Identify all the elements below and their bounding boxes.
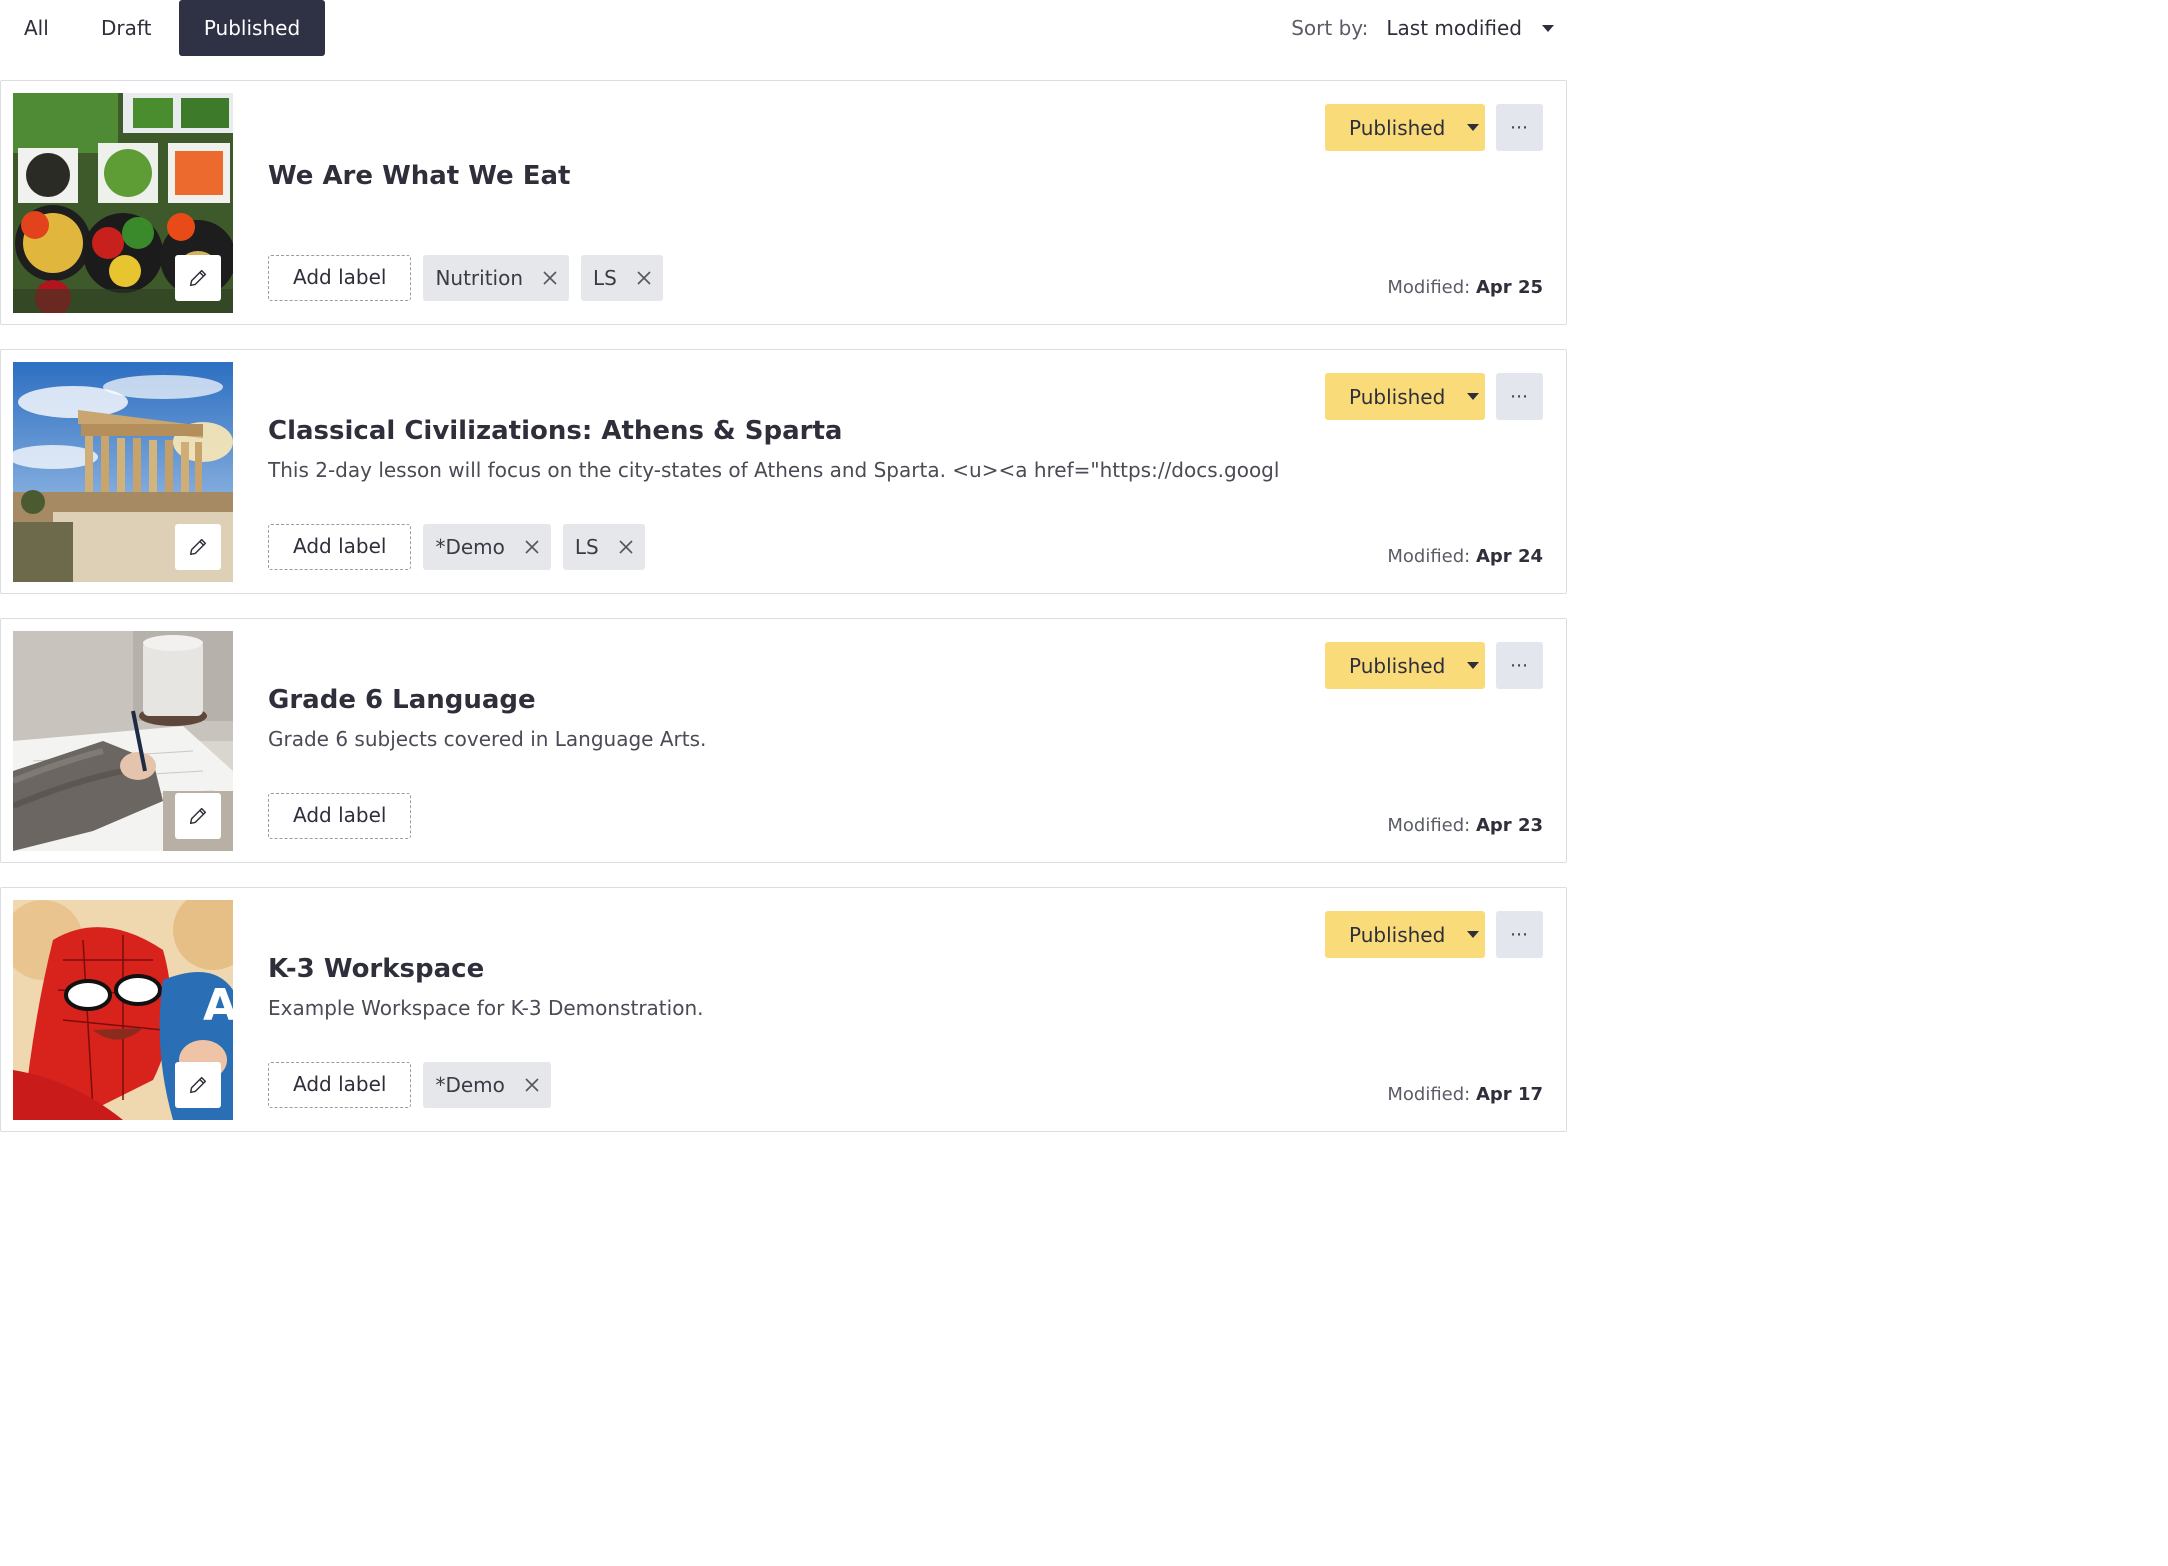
more-options-button[interactable]: ⋯ — [1496, 911, 1543, 958]
label-chip: Nutrition — [423, 255, 570, 301]
label-list: Add label *Demo LS — [268, 524, 645, 570]
label-list: Add label — [268, 793, 412, 839]
label-list: Add label *Demo — [268, 1062, 551, 1108]
more-options-button[interactable]: ⋯ — [1496, 373, 1543, 420]
sort-control: Sort by: Last modified — [1291, 0, 1554, 56]
add-label-button[interactable]: Add label — [268, 255, 412, 301]
label-chip: *Demo — [423, 524, 551, 570]
status-dropdown[interactable]: Published — [1325, 373, 1485, 420]
modified-date: Modified: Apr 17 — [1387, 1084, 1543, 1105]
card-description: Grade 6 subjects covered in Language Art… — [268, 727, 707, 751]
edit-image-button[interactable] — [175, 793, 221, 839]
status-label: Published — [1349, 922, 1446, 947]
sort-dropdown[interactable]: Last modified — [1386, 0, 1554, 56]
label-text: LS — [593, 266, 617, 290]
card-title[interactable]: We Are What We Eat — [268, 161, 570, 191]
edit-image-button[interactable] — [175, 255, 221, 301]
caret-down-icon — [1467, 124, 1480, 131]
remove-label-icon[interactable] — [619, 540, 633, 554]
pencil-icon — [189, 538, 207, 556]
label-chip: LS — [562, 524, 645, 570]
status-dropdown[interactable]: Published — [1325, 104, 1485, 151]
caret-down-icon — [1467, 393, 1480, 400]
pencil-icon — [189, 807, 207, 825]
writing-hand-photo — [13, 631, 233, 851]
pencil-icon — [189, 1076, 207, 1094]
status-dropdown[interactable]: Published — [1325, 642, 1485, 689]
add-label-button[interactable]: Add label — [268, 1062, 412, 1108]
add-label-button[interactable]: Add label — [268, 793, 412, 839]
pencil-icon — [189, 269, 207, 287]
remove-label-icon[interactable] — [637, 271, 651, 285]
workspace-card: We Are What We Eat Add label Nutrition L… — [0, 80, 1567, 325]
workspace-card: Grade 6 Language Grade 6 subjects covere… — [0, 618, 1567, 863]
tab-published[interactable]: Published — [179, 0, 325, 56]
add-label-button[interactable]: Add label — [268, 524, 412, 570]
label-text: LS — [574, 535, 599, 559]
vegetables-photo — [13, 93, 233, 313]
status-dropdown[interactable]: Published — [1325, 911, 1485, 958]
status-label: Published — [1349, 384, 1446, 409]
status-label: Published — [1349, 653, 1446, 678]
label-chip: LS — [581, 255, 663, 301]
label-text: *Demo — [435, 1073, 505, 1097]
tab-draft[interactable]: Draft — [101, 0, 151, 56]
edit-image-button[interactable] — [175, 524, 221, 570]
card-title[interactable]: K-3 Workspace — [268, 954, 484, 984]
filter-bar: All Draft Published Sort by: Last modifi… — [0, 0, 1568, 58]
workspace-card: Classical Civilizations: Athens & Sparta… — [0, 349, 1567, 594]
card-description: Example Workspace for K-3 Demonstration. — [268, 996, 704, 1020]
remove-label-icon[interactable] — [525, 540, 539, 554]
parthenon-photo — [13, 362, 233, 582]
modified-date: Modified: Apr 23 — [1387, 815, 1543, 836]
label-text: Nutrition — [435, 266, 524, 290]
svg-text:A: A — [203, 980, 233, 1031]
edit-image-button[interactable] — [175, 1062, 221, 1108]
card-description: This 2-day lesson will focus on the city… — [268, 458, 1278, 482]
caret-down-icon — [1467, 931, 1480, 938]
kids-costumes-photo: A — [13, 900, 233, 1120]
card-title[interactable]: Grade 6 Language — [268, 685, 536, 715]
caret-down-icon — [1542, 24, 1554, 32]
label-text: *Demo — [435, 535, 505, 559]
sort-label: Sort by: — [1291, 16, 1369, 40]
tab-all[interactable]: All — [24, 0, 49, 56]
label-chip: *Demo — [423, 1062, 551, 1108]
caret-down-icon — [1467, 662, 1480, 669]
status-label: Published — [1349, 115, 1446, 140]
more-options-button[interactable]: ⋯ — [1496, 104, 1543, 151]
modified-date: Modified: Apr 24 — [1387, 546, 1543, 567]
more-options-button[interactable]: ⋯ — [1496, 642, 1543, 689]
label-list: Add label Nutrition LS — [268, 255, 663, 301]
modified-date: Modified: Apr 25 — [1387, 277, 1543, 298]
card-title[interactable]: Classical Civilizations: Athens & Sparta — [268, 416, 842, 446]
workspace-card: A K-3 Workspace Example Workspace for K-… — [0, 887, 1567, 1132]
remove-label-icon[interactable] — [543, 271, 557, 285]
remove-label-icon[interactable] — [525, 1078, 539, 1092]
sort-value: Last modified — [1386, 16, 1522, 40]
